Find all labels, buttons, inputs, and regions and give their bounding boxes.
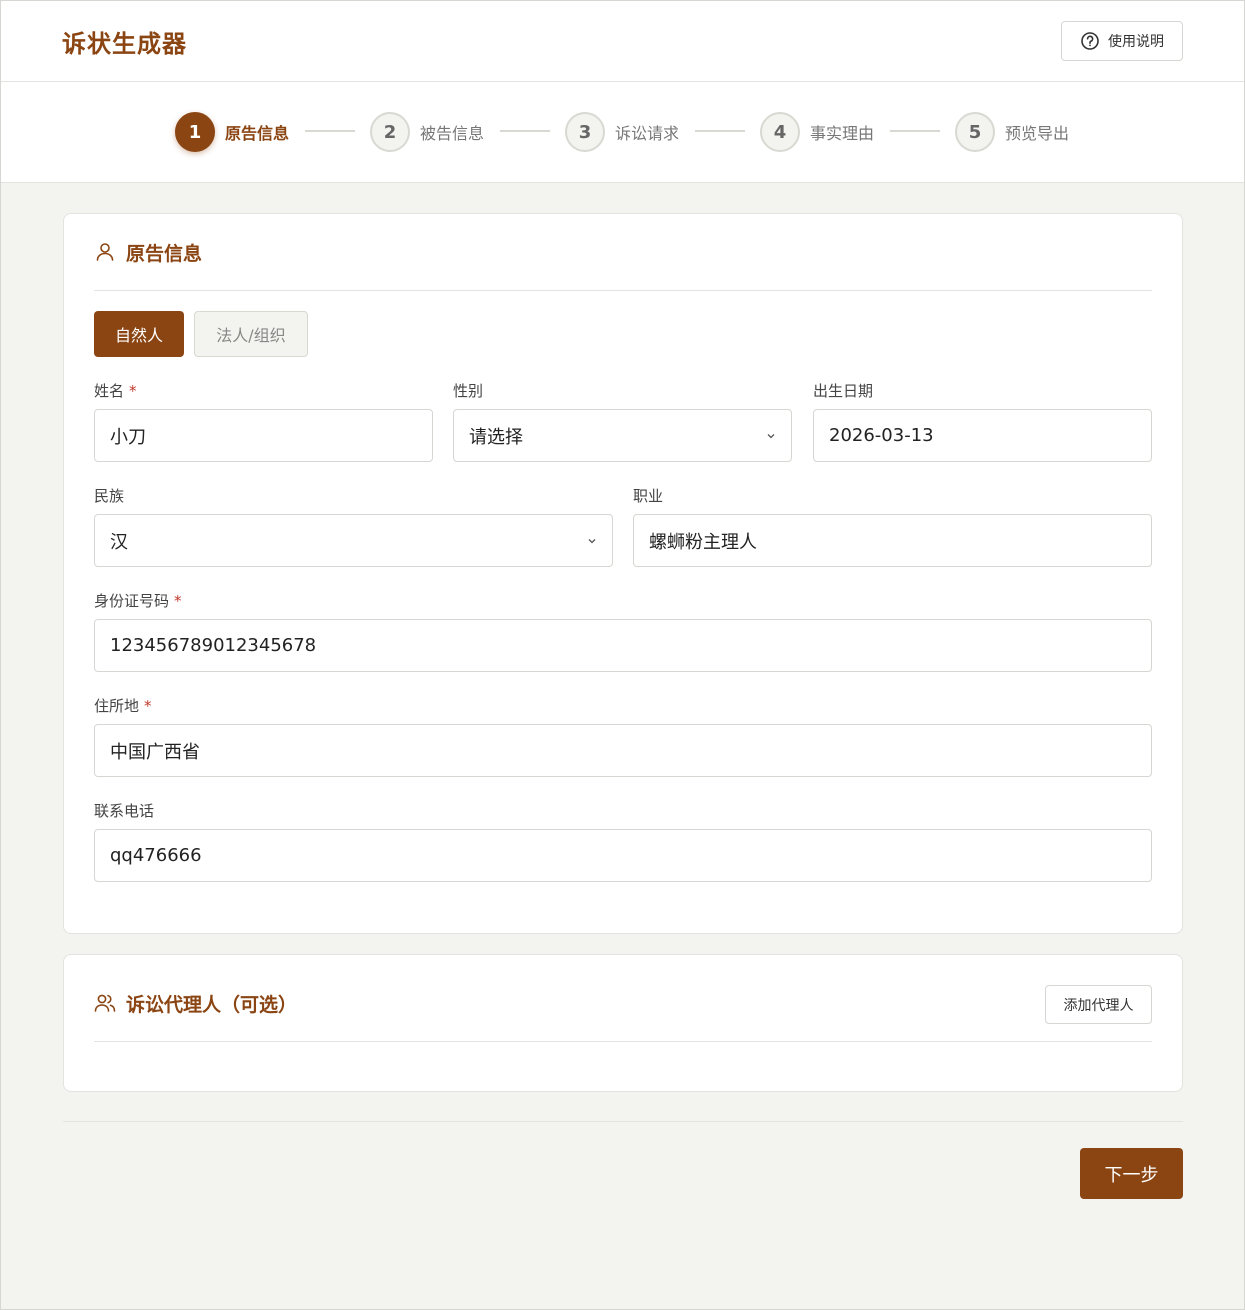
steps-bar: 1 原告信息 2 被告信息 3 诉讼请求 4 事实理由 5 预览导出 [0, 82, 1245, 183]
step-number: 5 [955, 112, 995, 152]
step-label: 被告信息 [420, 124, 485, 143]
name-label: 姓名 * [94, 382, 137, 400]
step-label: 预览导出 [1005, 124, 1070, 143]
add-agent-button[interactable]: 添加代理人 [1045, 985, 1152, 1024]
gender-select[interactable]: 请选择 [453, 409, 792, 462]
step-number: 3 [565, 112, 605, 152]
top-bar: 诉状生成器 使用说明 [0, 0, 1245, 82]
step-defendant[interactable]: 2 被告信息 [370, 112, 484, 152]
ethnicity-label: 民族 [94, 487, 125, 505]
id-number-input[interactable]: 123456789012345678 [94, 619, 1152, 672]
name-input[interactable]: 小刀 [94, 409, 433, 462]
step-connector [305, 130, 355, 132]
plaintiff-card-title: 原告信息 [126, 242, 203, 265]
next-step-button[interactable]: 下一步 [1080, 1148, 1183, 1199]
gender-label: 性别 [453, 382, 484, 400]
step-connector [890, 130, 940, 132]
help-button-label: 使用说明 [1108, 34, 1164, 50]
app-title: 诉状生成器 [62, 30, 187, 58]
id-number-label: 身份证号码 * [94, 592, 182, 610]
agent-card-header: 诉讼代理人（可选） 添加代理人 [94, 965, 1152, 1042]
step-preview[interactable]: 5 预览导出 [955, 112, 1069, 152]
step-facts[interactable]: 4 事实理由 [760, 112, 874, 152]
agent-card: 诉讼代理人（可选） 添加代理人 [63, 954, 1183, 1092]
occupation-label: 职业 [633, 487, 664, 505]
users-icon [94, 994, 116, 1012]
footer-divider [63, 1121, 1183, 1122]
help-button[interactable]: 使用说明 [1061, 21, 1183, 61]
plaintiff-card-header: 原告信息 [94, 214, 1152, 291]
step-label: 事实理由 [810, 124, 875, 143]
step-label: 诉讼请求 [615, 124, 680, 143]
agent-card-title: 诉讼代理人（可选） [126, 993, 298, 1016]
step-number: 4 [760, 112, 800, 152]
legal-entity-tab[interactable]: 法人/组织 [194, 311, 308, 357]
natural-person-tab[interactable]: 自然人 [94, 311, 184, 357]
plaintiff-card: 原告信息 自然人 法人/组织 姓名 * 小刀 性别 请选择 出生日期 2026-0… [63, 213, 1183, 934]
step-number: 1 [175, 112, 215, 152]
step-number: 2 [370, 112, 410, 152]
step-connector [500, 130, 550, 132]
address-input[interactable]: 中国广西省 [94, 724, 1152, 777]
user-icon [96, 243, 114, 261]
phone-label: 联系电话 [94, 802, 155, 820]
step-label: 原告信息 [225, 124, 290, 143]
ethnicity-select[interactable]: 汉 [94, 514, 613, 567]
occupation-input[interactable]: 螺蛳粉主理人 [633, 514, 1152, 567]
chevron-down-icon [588, 539, 596, 544]
step-plaintiff[interactable]: 1 原告信息 [175, 112, 289, 152]
address-label: 住所地 * [94, 697, 152, 715]
birthdate-label: 出生日期 [813, 382, 874, 400]
phone-input[interactable]: qq476666 [94, 829, 1152, 882]
step-connector [695, 130, 745, 132]
birthdate-input[interactable]: 2026-03-13 [813, 409, 1152, 462]
step-claims[interactable]: 3 诉讼请求 [565, 112, 679, 152]
help-circle-icon [1081, 32, 1099, 50]
chevron-down-icon [767, 434, 775, 439]
